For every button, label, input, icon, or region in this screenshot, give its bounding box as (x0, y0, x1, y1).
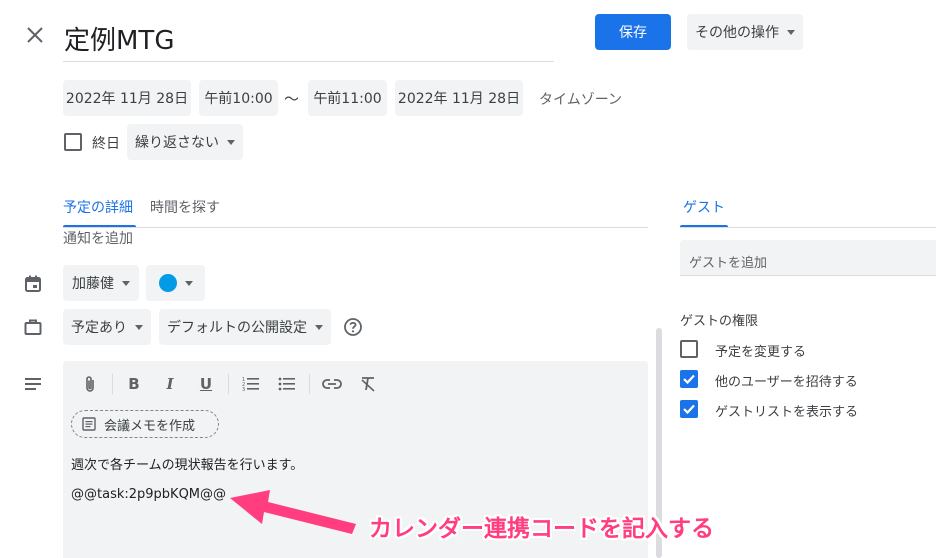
toolbar-divider (112, 374, 113, 394)
annotation-text: カレンダー連携コードを記入する (369, 516, 714, 542)
availability-label: 予定あり (71, 320, 127, 336)
toolbar-divider (309, 374, 310, 394)
briefcase-icon (22, 316, 44, 338)
add-guest-input[interactable]: ゲストを追加 (680, 240, 936, 276)
save-button[interactable]: 保存 (595, 14, 671, 50)
tab-divider (63, 227, 648, 228)
bulleted-list-icon (278, 377, 295, 391)
title-text: 定例MTG (64, 26, 175, 56)
tab-event-details[interactable]: 予定の詳細 (63, 188, 136, 228)
numbered-list-button[interactable]: 123 (239, 372, 263, 396)
timezone-link[interactable]: タイムゾーン (539, 89, 622, 109)
permission-invite-checkbox[interactable] (680, 370, 698, 388)
bulleted-list-button[interactable] (275, 372, 299, 396)
add-notification-link[interactable]: 通知を追加 (63, 228, 133, 248)
meeting-notes-button[interactable]: 会議メモを作成 (71, 410, 219, 438)
description-line-1: 週次で各チームの現状報告を行います。 (71, 458, 304, 473)
permission-modify-checkbox[interactable] (680, 340, 698, 358)
save-button-label: 保存 (619, 25, 647, 41)
numbered-list-icon: 123 (242, 377, 259, 392)
time-separator: 〜 (284, 90, 300, 108)
tab-find-time[interactable]: 時間を探す (150, 188, 230, 228)
guest-permissions-title: ゲストの権限 (680, 314, 759, 329)
description-line-2: @@task:2p9pbKQM@@ (71, 487, 227, 502)
tab-event-details-label: 予定の詳細 (63, 200, 133, 216)
checkmark-icon (683, 374, 695, 385)
permission-see-list-checkbox[interactable] (680, 400, 698, 418)
link-button[interactable] (320, 372, 344, 396)
close-icon (27, 27, 43, 43)
calendar-owner-dropdown[interactable]: 加藤健 (63, 265, 139, 301)
guests-divider (680, 227, 936, 228)
start-time-label: 午前10:00 (204, 91, 273, 107)
repeat-dropdown[interactable]: 繰り返さない (127, 124, 243, 160)
end-date-label: 2022年 11月 28日 (397, 91, 521, 107)
notes-icon (82, 417, 96, 431)
help-button[interactable] (342, 316, 364, 338)
tab-guests-label: ゲスト (683, 200, 725, 216)
permission-see-list-label: ゲストリストを表示する (715, 405, 859, 420)
close-button[interactable] (22, 22, 48, 48)
bold-icon: B (128, 375, 140, 393)
all-day-checkbox[interactable] (64, 133, 82, 151)
italic-icon: I (166, 375, 174, 393)
tab-find-time-label: 時間を探す (150, 200, 220, 216)
permission-modify-label: 予定を変更する (715, 345, 807, 360)
repeat-label: 繰り返さない (135, 135, 219, 151)
end-time-button[interactable]: 午前11:00 (308, 80, 387, 116)
svg-text:3: 3 (242, 387, 245, 392)
underline-button[interactable]: U (194, 372, 218, 396)
clear-formatting-button[interactable] (356, 372, 380, 396)
end-date-button[interactable]: 2022年 11月 28日 (395, 80, 523, 116)
italic-button[interactable]: I (158, 372, 182, 396)
more-actions-dropdown[interactable]: その他の操作 (687, 14, 803, 50)
help-circle-icon (344, 318, 362, 336)
end-time-label: 午前11:00 (313, 91, 382, 107)
start-date-label: 2022年 11月 28日 (65, 91, 189, 107)
event-color-swatch (158, 274, 177, 292)
visibility-dropdown[interactable]: デフォルトの公開設定 (159, 309, 331, 345)
checkmark-icon (683, 404, 695, 415)
underline-icon: U (199, 375, 213, 393)
more-actions-label: その他の操作 (695, 25, 779, 41)
availability-dropdown[interactable]: 予定あり (63, 309, 151, 345)
paperclip-icon (86, 376, 94, 392)
visibility-label: デフォルトの公開設定 (167, 320, 307, 336)
meeting-notes-label: 会議メモを作成 (104, 418, 196, 434)
title-input[interactable]: 定例MTG (63, 14, 554, 62)
add-guest-placeholder: ゲストを追加 (689, 256, 768, 271)
start-time-button[interactable]: 午前10:00 (199, 80, 278, 116)
attach-button[interactable] (78, 372, 102, 396)
bold-button[interactable]: B (122, 372, 146, 396)
calendar-icon (22, 273, 44, 295)
start-date-button[interactable]: 2022年 11月 28日 (63, 80, 191, 116)
toolbar-divider (228, 374, 229, 394)
clear-formatting-icon (361, 377, 375, 392)
event-color-dropdown[interactable] (146, 265, 205, 301)
link-icon (322, 379, 342, 389)
annotation-arrow (230, 490, 356, 534)
permission-invite-label: 他のユーザーを招待する (715, 375, 858, 390)
description-icon (22, 373, 44, 395)
tab-guests[interactable]: ゲスト (680, 188, 728, 228)
all-day-label: 終日 (92, 136, 120, 152)
calendar-owner-label: 加藤健 (72, 276, 114, 292)
